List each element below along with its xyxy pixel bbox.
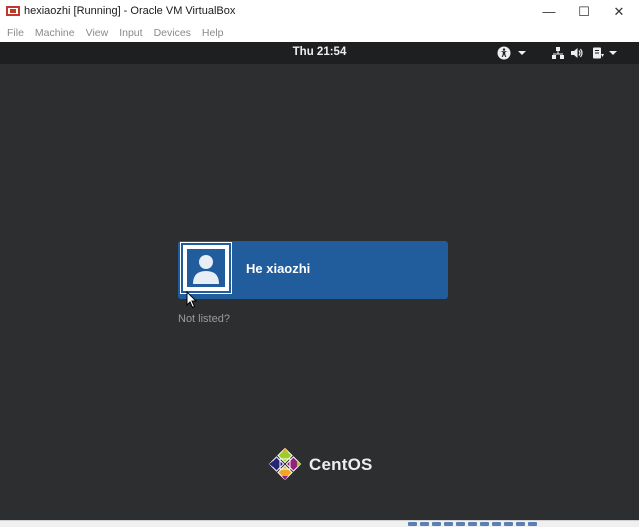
menu-help[interactable]: Help xyxy=(202,27,224,39)
menu-file[interactable]: File xyxy=(7,27,24,39)
menu-devices[interactable]: Devices xyxy=(154,27,191,39)
gnome-top-bar: Thu 21:54 xyxy=(0,42,639,64)
status-icons xyxy=(408,522,537,526)
user-name: He xiaozhi xyxy=(246,261,311,276)
virtualbox-app-icon xyxy=(6,6,20,16)
clock[interactable]: Thu 21:54 xyxy=(0,46,639,58)
optical-drive-icon[interactable] xyxy=(420,522,429,526)
mouse-pointer-icon xyxy=(186,291,198,309)
avatar xyxy=(180,242,232,294)
accessibility-menu[interactable] xyxy=(497,45,529,61)
network-adapter-icon[interactable] xyxy=(444,522,453,526)
network-icon xyxy=(552,47,564,59)
user-list-item[interactable]: He xiaozhi xyxy=(178,241,448,299)
menu-input[interactable]: Input xyxy=(119,27,142,39)
centos-logo-icon xyxy=(268,447,302,481)
recording-icon[interactable] xyxy=(492,522,501,526)
not-listed-link[interactable]: Not listed? xyxy=(178,313,230,325)
volume-icon xyxy=(571,48,583,58)
harddisk-icon[interactable] xyxy=(408,522,417,526)
dropdown-icon xyxy=(609,51,617,55)
user-icon xyxy=(185,247,227,289)
mouse-integration-icon[interactable] xyxy=(516,522,525,526)
power-icon xyxy=(593,47,604,59)
minimize-button[interactable]: — xyxy=(531,0,567,23)
dropdown-icon xyxy=(518,51,526,55)
display-icon[interactable] xyxy=(480,522,489,526)
vm-display[interactable]: Thu 21:54 He xiaozhi Not listed? CentOS xyxy=(0,42,639,520)
accessibility-icon xyxy=(497,46,511,60)
window-titlebar[interactable]: hexiaozhi [Running] - Oracle VM VirtualB… xyxy=(0,0,639,23)
shared-folders-icon[interactable] xyxy=(468,522,477,526)
close-button[interactable]: ✕ xyxy=(601,0,637,23)
menu-bar: File Machine View Input Devices Help xyxy=(0,23,639,42)
host-key-icon[interactable] xyxy=(528,522,537,526)
menu-view[interactable]: View xyxy=(86,27,109,39)
centos-logo-text: CentOS xyxy=(309,455,373,474)
system-menu[interactable] xyxy=(551,45,620,61)
maximize-button[interactable]: ☐ xyxy=(566,0,602,23)
cpu-icon[interactable] xyxy=(504,522,513,526)
window-title: hexiaozhi [Running] - Oracle VM VirtualB… xyxy=(24,5,236,17)
audio-icon[interactable] xyxy=(432,522,441,526)
usb-icon[interactable] xyxy=(456,522,465,526)
menu-machine[interactable]: Machine xyxy=(35,27,75,39)
